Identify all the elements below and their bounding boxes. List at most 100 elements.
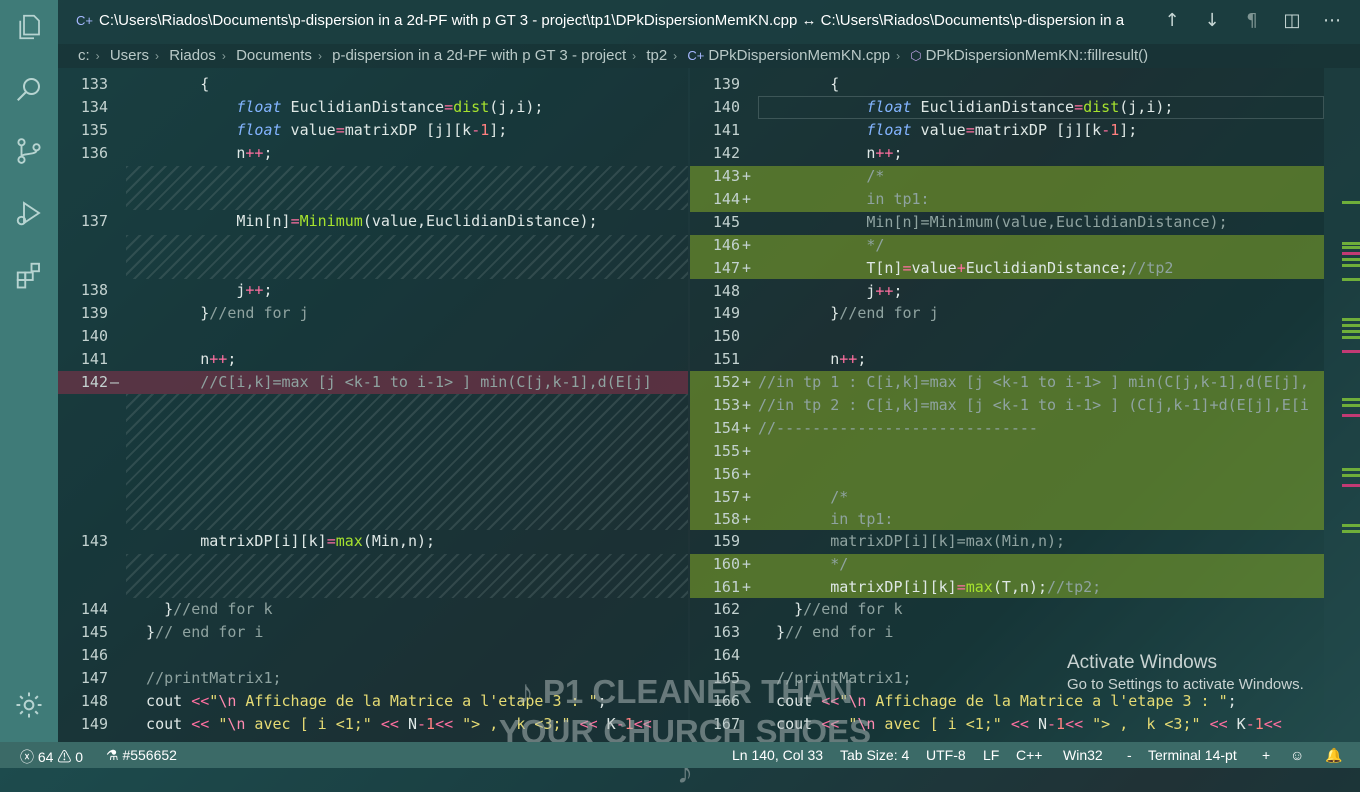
breadcrumb-item[interactable]: p-dispersion in a 2d-PF with p GT 3 - pr… [332,47,626,64]
cursor-position[interactable]: Ln 140, Col 33 [732,747,823,763]
code-line: 138 j++; [80,281,273,299]
next-change-icon[interactable]: ↓ [1202,10,1222,31]
ruler-added-mark [1342,264,1360,267]
breadcrumb-item[interactable]: Users [110,47,149,64]
diff-tab-title[interactable]: C+ C:\Users\Riados\Documents\p-dispersion… [76,12,1156,29]
diff-title-text: C:\Users\Riados\Documents\p-dispersion i… [98,12,1125,29]
cpp-file-icon: C+ [76,13,93,28]
ruler-removed-mark [1342,484,1360,487]
code-line: 134 float EuclidianDistance=dist(j,i); [80,98,544,116]
flask-icon: ⚗ [106,747,119,763]
code-line: 156 + [712,465,752,483]
ruler-added-mark [1342,318,1360,321]
code-line: 161 + matrixDP[i][k]=max(T,n);//tp2; [712,578,1102,596]
code-line: 157 + /* [712,488,849,506]
breadcrumb-item[interactable]: c: [78,47,90,64]
previous-change-icon[interactable]: ↑ [1162,10,1182,31]
code-line: 141 float value=matrixDP [j][k-1]; [712,121,1138,139]
diff-filler [126,554,688,598]
status-bar: ⓧ 64 ⚠ 0 ⚗ #556652 Ln 140, Col 33 Tab Si… [0,742,1360,768]
extensions-icon[interactable] [14,260,44,290]
code-line: 137 Min[n]=Minimum(value,EuclidianDistan… [80,212,598,230]
more-actions-icon[interactable]: ⋯ [1322,10,1342,31]
code-line: 136 n++; [80,144,273,162]
ruler-added-mark [1342,324,1360,327]
code-line: 135 float value=matrixDP [j][k-1]; [80,121,508,139]
code-line: 150 [712,327,740,345]
diff-modified-editor[interactable]: 139 { 140 float EuclidianDistance=dist(j… [690,68,1324,742]
cpp-file-icon: C+ [687,48,705,63]
platform[interactable]: Win32 [1063,747,1103,763]
code-line: 145 }// end for i [80,623,264,641]
warning-count: 0 [75,749,84,765]
code-line: 146 + */ [712,236,885,254]
source-control-icon[interactable] [14,136,44,166]
breadcrumb-item[interactable]: Documents [236,47,312,64]
code-line: 148 j++; [712,282,903,300]
breadcrumb-file[interactable]: DPkDispersionMemKN.cpp [708,47,890,64]
ruler-added-mark [1342,258,1360,261]
ruler-added-mark [1342,530,1360,533]
problems-indicator[interactable]: ⓧ 64 ⚠ 0 [20,747,83,767]
language-mode[interactable]: C++ [1016,747,1042,763]
settings-gear-icon[interactable] [14,690,44,720]
feedback-icon[interactable]: ☺ [1290,747,1304,763]
ruler-removed-mark [1342,414,1360,417]
split-editor-icon[interactable]: ◫ [1282,10,1302,31]
explorer-icon[interactable] [14,12,44,42]
tab-size[interactable]: Tab Size: 4 [840,747,909,763]
code-line: 144 }//end for k [80,600,273,618]
code-line: 154 +//----------------------------- [712,419,1038,437]
ruler-removed-mark [1342,350,1360,353]
breadcrumb-item[interactable]: Riados [169,47,216,64]
code-line: 140 [80,327,108,345]
ruler-added-mark [1342,336,1360,339]
breadcrumb-item[interactable]: tp2 [646,47,667,64]
ruler-added-mark [1342,474,1360,477]
terminal-font-size[interactable]: Terminal 14-pt [1148,747,1237,763]
error-count: 64 [37,749,54,765]
remote-label: #556652 [122,747,177,763]
code-line: 147 + T[n]=value+EuclidianDistance;//tp2 [712,259,1174,277]
code-line: 143 + /* [712,167,885,185]
ruler-removed-mark [1342,252,1360,255]
activity-bar [0,0,58,742]
toggle-whitespace-icon[interactable]: ¶ [1242,10,1262,31]
search-icon[interactable] [14,74,44,104]
code-line: 162 }//end for k [712,600,903,618]
remote-indicator[interactable]: ⚗ #556652 [106,747,177,764]
code-line: 155 + [712,442,752,460]
code-line: 146 [80,646,108,664]
ruler-added-mark [1342,398,1360,401]
notifications-bell-icon[interactable]: 🔔 [1325,747,1342,764]
ruler-added-mark [1342,468,1360,471]
code-line: 141 n++; [80,350,237,368]
code-line: 133 { [80,75,210,93]
video-caption-overlay: ♪ P1 CLEANER THAN YOUR CHURCH SHOES ♪ [498,673,872,790]
code-line: 144 + in tp1: [712,190,930,208]
code-line: 159 matrixDP[i][k]=max(Min,n); [712,532,1066,550]
diff-original-editor[interactable]: 133 { 134 float EuclidianDistance=dist(j… [58,68,688,742]
ruler-added-mark [1342,404,1360,407]
increase-font-button[interactable]: + [1262,747,1270,763]
code-line: 151 n++; [712,350,867,368]
code-line: 140 float EuclidianDistance=dist(j,i); [712,98,1174,116]
diff-filler [126,235,688,279]
code-line: 160 + */ [712,555,849,573]
encoding[interactable]: UTF-8 [926,747,966,763]
code-line: 149 }//end for j [712,304,939,322]
editor-actions: ↑ ↓ ¶ ◫ ⋯ [1162,10,1342,31]
code-line: 143 matrixDP[i][k]=max(Min,n); [80,532,436,550]
ruler-added-mark [1342,242,1360,245]
end-of-line[interactable]: LF [983,747,999,763]
ruler-added-mark [1342,278,1360,281]
code-line: 158 + in tp1: [712,510,894,528]
ruler-added-mark [1342,524,1360,527]
activate-windows-watermark: Activate Windows Go to Settings to activ… [1067,652,1304,693]
breadcrumb-symbol[interactable]: DPkDispersionMemKN::fillresult() [926,47,1149,64]
code-line: 163 }// end for i [712,623,894,641]
breadcrumb: c: › Users › Riados › Documents › p-dispersi… [58,44,1360,68]
run-debug-icon[interactable] [14,198,44,228]
warning-icon: ⚠ [57,749,72,765]
overview-ruler[interactable] [1324,68,1360,742]
